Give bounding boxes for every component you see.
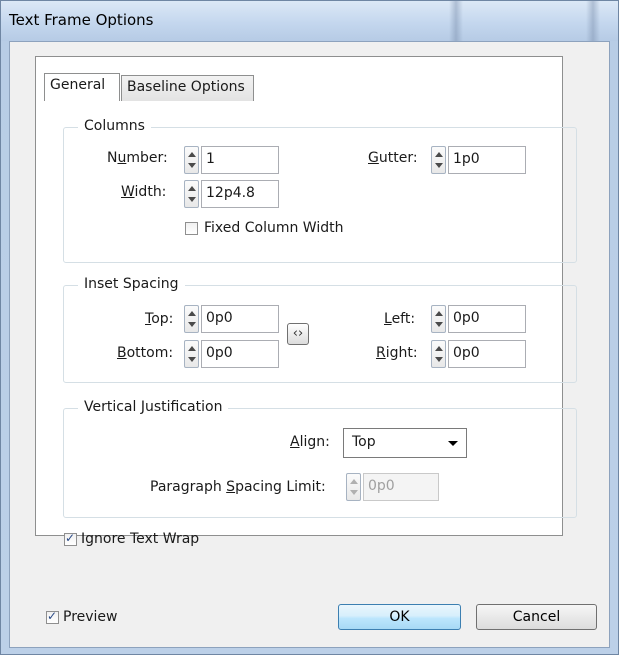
stepper-up-icon[interactable]: [435, 152, 443, 157]
paragraph-spacing-stepper: [346, 473, 361, 501]
align-select-value: Top: [352, 434, 376, 450]
stepper-up-icon[interactable]: [188, 311, 196, 316]
tab-general[interactable]: General: [44, 73, 120, 101]
top-input[interactable]: 0p0: [201, 305, 279, 333]
gutter-input[interactable]: 1p0: [448, 146, 526, 174]
left-stepper[interactable]: [431, 305, 446, 333]
left-label: Left:: [384, 311, 416, 327]
fixed-column-width-checkbox[interactable]: [185, 222, 198, 235]
title-bar[interactable]: Text Frame Options: [1, 1, 618, 41]
left-input[interactable]: 0p0: [448, 305, 526, 333]
top-stepper[interactable]: [184, 305, 199, 333]
align-label: Align:: [290, 434, 330, 450]
width-label: Width:: [121, 184, 167, 200]
width-input[interactable]: 12p4.8: [201, 180, 279, 208]
stepper-up-icon[interactable]: [188, 152, 196, 157]
stepper-down-icon[interactable]: [435, 322, 443, 327]
ignore-text-wrap-checkbox[interactable]: [64, 531, 77, 546]
inset-spacing-group: Inset Spacing: [63, 276, 577, 383]
gutter-stepper[interactable]: [431, 146, 446, 174]
width-stepper[interactable]: [184, 180, 199, 208]
right-stepper[interactable]: [431, 340, 446, 368]
chain-link-icon[interactable]: ‹›: [287, 323, 309, 345]
vertical-justification-group: Vertical Justification: [63, 399, 577, 518]
stepper-down-icon[interactable]: [188, 357, 196, 362]
stepper-down-icon[interactable]: [188, 197, 196, 202]
tab-baseline-options[interactable]: Baseline Options: [121, 75, 254, 101]
title-bar-glare: [586, 1, 600, 41]
stepper-up-icon[interactable]: [435, 311, 443, 316]
paragraph-spacing-input: 0p0: [363, 473, 439, 501]
number-label: Number:: [107, 150, 168, 166]
number-stepper[interactable]: [184, 146, 199, 174]
stepper-up-icon: [350, 479, 358, 484]
bottom-stepper[interactable]: [184, 340, 199, 368]
top-label: Top:: [145, 311, 174, 327]
window-title: Text Frame Options: [9, 11, 154, 29]
align-select[interactable]: Top: [343, 428, 467, 458]
number-input[interactable]: 1: [201, 146, 279, 174]
stepper-down-icon[interactable]: [188, 322, 196, 327]
preview-label[interactable]: Preview: [63, 609, 118, 625]
right-input[interactable]: 0p0: [448, 340, 526, 368]
stepper-down-icon: [350, 490, 358, 495]
stepper-up-icon[interactable]: [435, 346, 443, 351]
title-bar-glare: [449, 1, 463, 41]
chevron-down-icon: [448, 441, 458, 446]
dialog-window: Text Frame Options General Baseline Opti…: [0, 0, 619, 655]
columns-group-title: Columns: [78, 118, 151, 134]
preview-checkbox[interactable]: [46, 609, 59, 624]
gutter-label: Gutter:: [368, 150, 418, 166]
bottom-input[interactable]: 0p0: [201, 340, 279, 368]
right-label: Right:: [376, 345, 418, 361]
fixed-column-width-label[interactable]: Fixed Column Width: [204, 220, 343, 236]
ok-button[interactable]: OK: [338, 604, 461, 630]
stepper-down-icon[interactable]: [435, 357, 443, 362]
vertical-justification-group-title: Vertical Justification: [78, 399, 229, 415]
bottom-label: Bottom:: [117, 345, 174, 361]
stepper-up-icon[interactable]: [188, 346, 196, 351]
stepper-down-icon[interactable]: [435, 163, 443, 168]
stepper-down-icon[interactable]: [188, 163, 196, 168]
cancel-button[interactable]: Cancel: [476, 604, 597, 630]
inset-spacing-group-title: Inset Spacing: [78, 276, 185, 292]
paragraph-spacing-limit-label: Paragraph Spacing Limit:: [150, 479, 326, 495]
stepper-up-icon[interactable]: [188, 186, 196, 191]
ignore-text-wrap-label[interactable]: Ignore Text Wrap: [81, 531, 199, 547]
